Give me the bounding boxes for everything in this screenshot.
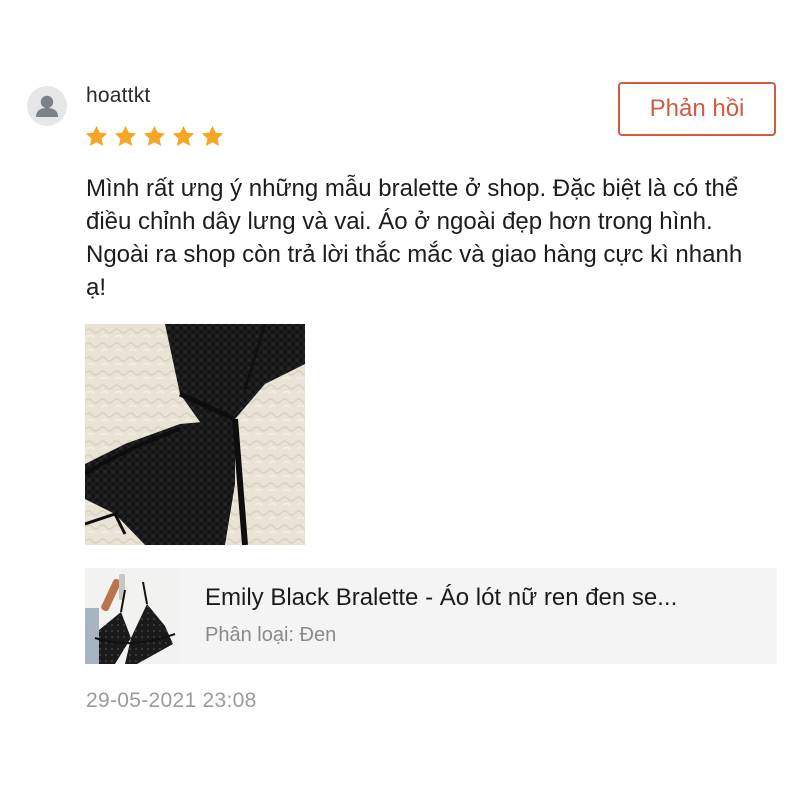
variant-label: Phân loại: bbox=[205, 624, 294, 646]
product-name: Emily Black Bralette - Áo lót nữ ren đen… bbox=[205, 584, 678, 611]
rating-stars bbox=[84, 124, 225, 149]
reviewer-username: hoattkt bbox=[86, 84, 151, 107]
avatar[interactable] bbox=[27, 86, 67, 126]
review-photo[interactable] bbox=[85, 324, 305, 545]
star-icon bbox=[114, 125, 137, 146]
product-thumbnail bbox=[85, 568, 181, 664]
review-photo-image bbox=[85, 324, 305, 545]
star-icon bbox=[172, 125, 195, 146]
user-silhouette-icon bbox=[36, 95, 58, 117]
star-icon bbox=[201, 125, 224, 146]
reply-button[interactable]: Phản hồi bbox=[618, 82, 776, 136]
product-thumbnail-image bbox=[85, 568, 181, 664]
star-icon bbox=[85, 125, 108, 146]
product-card[interactable]: Emily Black Bralette - Áo lót nữ ren đen… bbox=[85, 568, 777, 664]
review-timestamp: 29-05-2021 23:08 bbox=[86, 689, 257, 712]
review-item: hoattkt Phản hồi Mình rất ưng ý những mẫ… bbox=[0, 0, 800, 800]
review-text: Mình rất ưng ý những mẫu bralette ở shop… bbox=[86, 175, 743, 301]
variant-value: Đen bbox=[299, 624, 337, 646]
product-variant: Phân loại: Đen bbox=[205, 624, 336, 647]
star-icon bbox=[143, 125, 166, 146]
